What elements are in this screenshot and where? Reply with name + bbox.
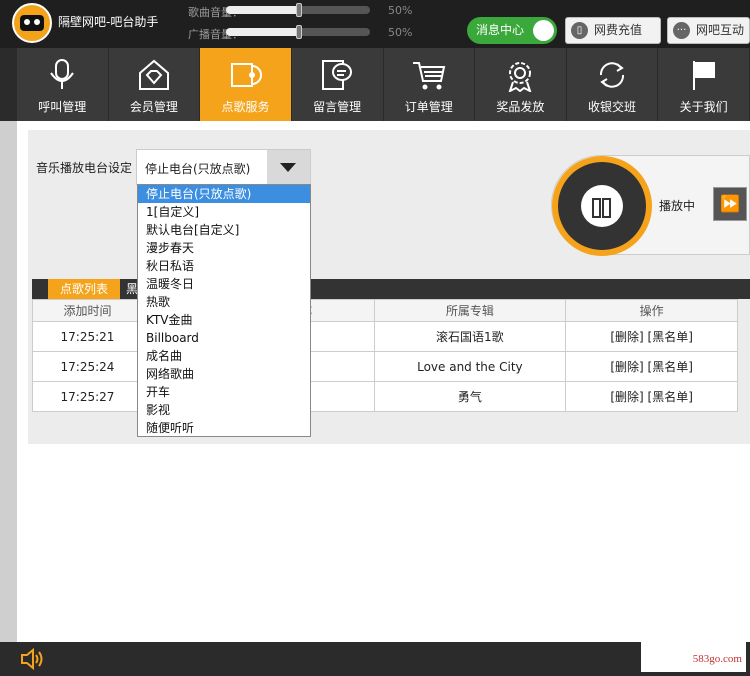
diamond-house-icon — [138, 59, 169, 90]
nav-label: 呼叫管理 — [38, 100, 87, 114]
cell-album: Love and the City — [373, 351, 567, 382]
microphone-icon — [50, 59, 75, 89]
toggle-knob — [533, 20, 554, 41]
nav-item-member[interactable]: 会员管理 — [109, 48, 201, 121]
dropdown-option[interactable]: 漫步春天 — [138, 239, 310, 257]
status-bar: 583go.com — [0, 642, 750, 676]
dropdown-option[interactable]: 秋日私语 — [138, 257, 310, 275]
refresh-icon — [600, 62, 625, 88]
message-center-label: 消息中心 — [476, 23, 525, 37]
column-header: 所属专辑 — [373, 299, 567, 322]
broadcast-volume-fill — [226, 28, 300, 36]
main-nav: 呼叫管理 会员管理 点歌服务 留言管理 订单管理 奖品发放 收银交班 关于我们 — [17, 48, 750, 121]
dropdown-option[interactable]: Billboard — [138, 329, 310, 347]
dropdown-option[interactable]: 停止电台(只放点歌) — [138, 185, 310, 203]
main-content: 音乐播放电台设定 停止电台(只放点歌) 播放中 ⏩ 点歌列表 黑 添加时间 所属… — [17, 121, 750, 642]
music-disc-icon — [230, 63, 262, 87]
watermark-brand: 583go.com — [641, 642, 746, 672]
nav-item-music[interactable]: 点歌服务 — [200, 48, 292, 121]
dropdown-option[interactable]: 温暖冬日 — [138, 275, 310, 293]
dropdown-option[interactable]: 成名曲 — [138, 347, 310, 365]
nav-label: 会员管理 — [129, 100, 178, 114]
music-volume-fill — [226, 6, 300, 14]
cart-icon — [412, 62, 446, 90]
recharge-button[interactable]: ▯ 网费充值 — [565, 17, 661, 44]
station-dropdown-list: 停止电台(只放点歌) 1[自定义] 默认电台[自定义] 漫步春天 秋日私语 温暖… — [137, 184, 311, 437]
interact-label: 网吧互动 — [696, 23, 745, 37]
player-widget: 播放中 ⏩ — [551, 155, 750, 256]
app-logo — [12, 3, 52, 43]
cell-actions[interactable]: [删除] [黑名单] — [565, 351, 738, 382]
flag-icon — [692, 61, 715, 90]
nav-label: 点歌服务 — [221, 100, 270, 114]
column-header: 操作 — [565, 299, 738, 322]
music-volume-slider[interactable] — [226, 3, 370, 17]
station-setting-label: 音乐播放电台设定 — [36, 161, 133, 175]
broadcast-volume-slider[interactable] — [226, 25, 370, 39]
message-center-toggle[interactable]: 消息中心 — [467, 17, 557, 44]
nav-item-message[interactable]: 留言管理 — [292, 48, 384, 121]
interact-button[interactable]: ··· 网吧互动 — [667, 17, 750, 44]
pause-button[interactable] — [581, 185, 623, 227]
nav-item-orders[interactable]: 订单管理 — [384, 48, 476, 121]
cell-time: 17:25:27 — [32, 381, 143, 412]
chevron-down-icon[interactable] — [267, 150, 310, 184]
nav-item-cashier[interactable]: 收银交班 — [567, 48, 659, 121]
cell-album: 勇气 — [373, 381, 567, 412]
station-selected-value: 停止电台(只放点歌) — [145, 162, 251, 176]
speaker-icon[interactable] — [20, 648, 44, 670]
left-strip — [0, 121, 17, 642]
disc-inner — [558, 162, 646, 250]
nav-label: 留言管理 — [313, 100, 362, 114]
dropdown-option[interactable]: KTV金曲 — [138, 311, 310, 329]
dropdown-option[interactable]: 1[自定义] — [138, 203, 310, 221]
dropdown-option[interactable]: 随便听听 — [138, 419, 310, 437]
dropdown-option[interactable]: 网络歌曲 — [138, 365, 310, 383]
nav-label: 订单管理 — [404, 100, 453, 114]
broadcast-volume-knob[interactable] — [296, 25, 302, 39]
music-volume-percent: 50% — [388, 4, 413, 17]
nav-item-about[interactable]: 关于我们 — [658, 48, 750, 121]
cell-album: 滚石国语1歌 — [373, 321, 567, 352]
chat-dots-icon: ··· — [673, 22, 690, 39]
dropdown-option[interactable]: 开车 — [138, 383, 310, 401]
gear-icon — [509, 62, 532, 92]
nav-label: 奖品发放 — [496, 100, 545, 114]
nav-label: 关于我们 — [679, 100, 728, 114]
phone-icon: ▯ — [571, 22, 588, 39]
cell-actions[interactable]: [删除] [黑名单] — [565, 321, 738, 352]
title-bar: 隔壁网吧-吧台助手 歌曲音量： 50% 广播音量： 50% 消息中心 ▯ 网费充… — [0, 0, 750, 48]
cell-time: 17:25:24 — [32, 351, 143, 382]
app-title: 隔壁网吧-吧台助手 — [58, 15, 159, 29]
disc-icon — [552, 156, 652, 256]
dropdown-option[interactable]: 热歌 — [138, 293, 310, 311]
cell-actions[interactable]: [删除] [黑名单] — [565, 381, 738, 412]
nav-item-prizes[interactable]: 奖品发放 — [475, 48, 567, 121]
nav-item-call[interactable]: 呼叫管理 — [17, 48, 109, 121]
tab-song-list[interactable]: 点歌列表 — [48, 279, 121, 299]
dropdown-option[interactable]: 影视 — [138, 401, 310, 419]
station-select[interactable]: 停止电台(只放点歌) — [136, 149, 311, 185]
nav-label: 收银交班 — [588, 100, 637, 114]
dropdown-option[interactable]: 默认电台[自定义] — [138, 221, 310, 239]
cell-time: 17:25:21 — [32, 321, 143, 352]
chat-bubble-icon — [322, 60, 353, 90]
music-volume-knob[interactable] — [296, 3, 302, 17]
logo-face-icon — [20, 15, 44, 31]
broadcast-volume-percent: 50% — [388, 26, 413, 39]
next-button[interactable]: ⏩ — [713, 187, 747, 221]
recharge-label: 网费充值 — [594, 23, 643, 37]
column-header: 添加时间 — [32, 299, 143, 322]
play-status: 播放中 — [659, 199, 696, 213]
